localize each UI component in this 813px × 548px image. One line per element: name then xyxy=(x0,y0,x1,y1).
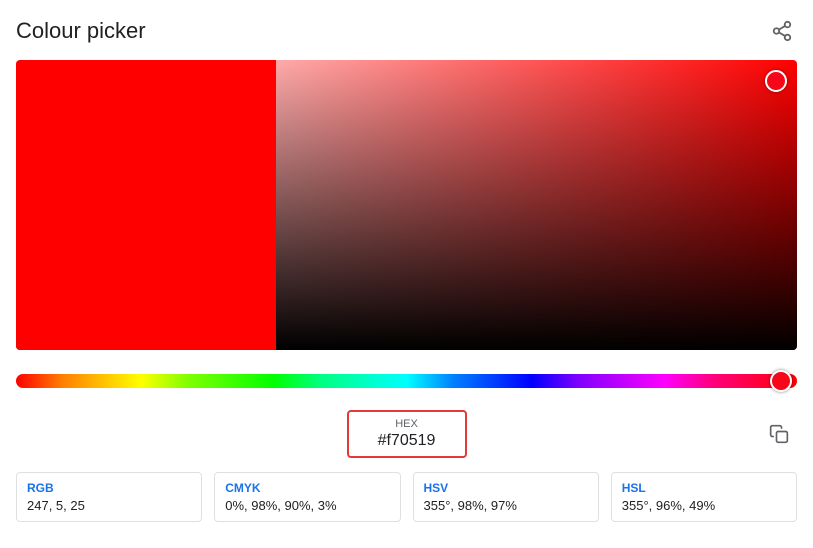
hsl-value: 355°, 96%, 49% xyxy=(622,498,786,513)
picker-thumb[interactable] xyxy=(765,70,787,92)
page-title: Colour picker xyxy=(16,18,146,44)
rgb-label: RGB xyxy=(27,481,191,495)
color-picker-gradient[interactable] xyxy=(16,60,797,350)
hue-slider-container[interactable] xyxy=(16,370,797,392)
hex-label: HEX xyxy=(367,418,447,430)
hsv-box[interactable]: HSV 355°, 98%, 97% xyxy=(413,472,599,522)
hex-row: HEX #f70519 xyxy=(16,410,797,458)
header: Colour picker xyxy=(16,16,797,46)
hsl-label: HSL xyxy=(622,481,786,495)
colour-picker-container: Colour picker HEX #f70519 xyxy=(0,0,813,542)
copy-button[interactable] xyxy=(761,416,797,452)
solid-color-block xyxy=(16,60,276,350)
hsl-box[interactable]: HSL 355°, 96%, 49% xyxy=(611,472,797,522)
color-values-row: RGB 247, 5, 25 CMYK 0%, 98%, 90%, 3% HSV… xyxy=(16,472,797,522)
hex-value: #f70519 xyxy=(367,432,447,450)
hex-box[interactable]: HEX #f70519 xyxy=(347,410,467,458)
hue-thumb[interactable] xyxy=(770,370,792,392)
rgb-box[interactable]: RGB 247, 5, 25 xyxy=(16,472,202,522)
cmyk-label: CMYK xyxy=(225,481,389,495)
hsv-value: 355°, 98%, 97% xyxy=(424,498,588,513)
rgb-value: 247, 5, 25 xyxy=(27,498,191,513)
cmyk-box[interactable]: CMYK 0%, 98%, 90%, 3% xyxy=(214,472,400,522)
hsv-label: HSV xyxy=(424,481,588,495)
hue-slider-track[interactable] xyxy=(16,374,797,388)
cmyk-value: 0%, 98%, 90%, 3% xyxy=(225,498,389,513)
share-button[interactable] xyxy=(767,16,797,46)
